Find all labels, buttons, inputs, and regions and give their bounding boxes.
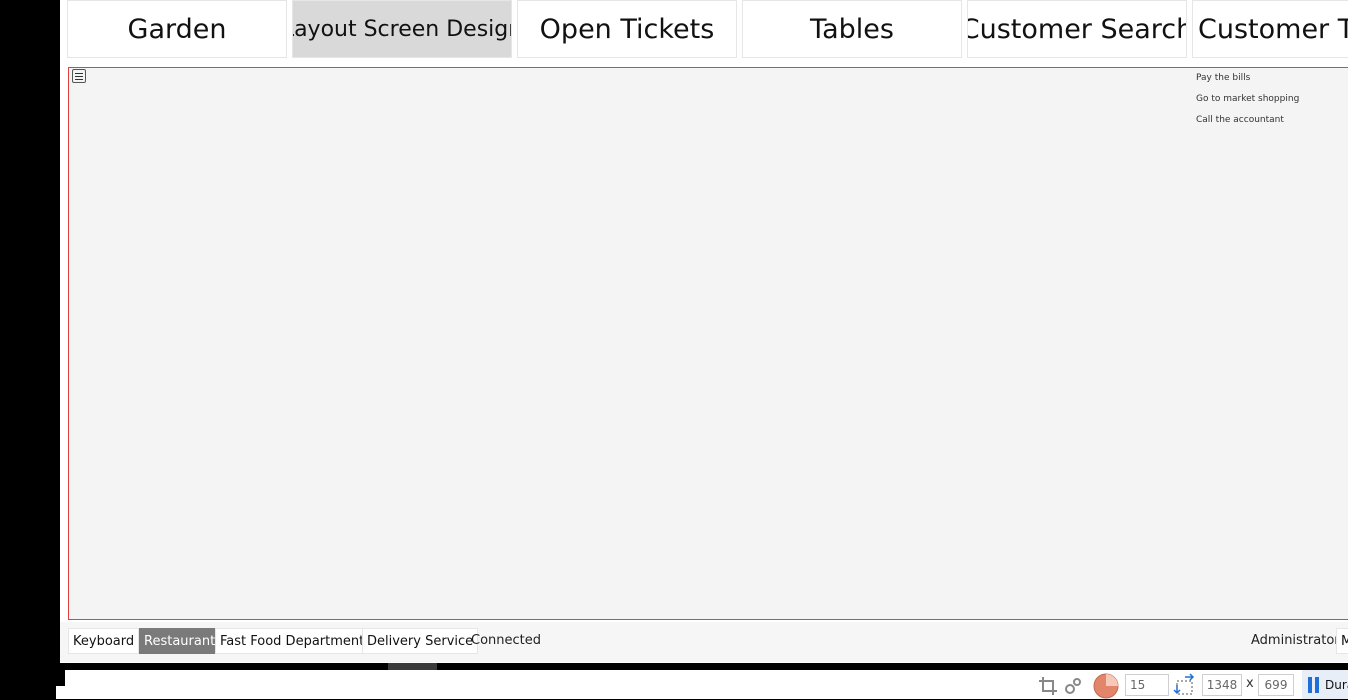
nav-button-tables[interactable]: Tables [742,0,962,58]
department-button-keyboard[interactable]: Keyboard [68,628,140,654]
screen-capture-toolbar: 15 1348 x 699 Dura [65,670,1348,699]
top-navigation: Garden Layout Screen Design Open Tickets… [60,0,1348,60]
status-bar: Keyboard Restaurant Fast Food Department… [60,622,1348,662]
task-item[interactable]: Call the accountant [1196,114,1299,135]
width-input[interactable]: 1348 [1202,674,1242,696]
timer-icon[interactable] [1092,672,1120,700]
gear-icon[interactable] [1063,676,1083,696]
scroll-indicator [388,663,437,670]
cut-off-button[interactable]: M [1336,628,1348,654]
crop-icon[interactable] [1038,676,1058,696]
menu-icon[interactable] [72,69,86,83]
department-button-delivery-service[interactable]: Delivery Service [362,628,479,654]
department-button-fast-food[interactable]: Fast Food Department [215,628,370,654]
app-tab-label: Dura [1325,678,1348,692]
department-button-restaurant[interactable]: Restaurant [139,628,221,654]
cursor-mark [56,686,65,699]
nav-button-customer-tickets[interactable]: Customer Ti [1192,0,1348,58]
nav-button-layout-screen-design[interactable]: Layout Screen Design [292,0,512,58]
task-item[interactable]: Pay the bills [1196,72,1299,93]
pause-icon [1308,677,1319,693]
layout-design-canvas[interactable]: Pay the bills Go to market shopping Call… [68,67,1348,620]
task-item[interactable]: Go to market shopping [1196,93,1299,114]
app-tab[interactable]: Dura [1302,670,1348,699]
timer-value-input[interactable]: 15 [1125,674,1169,696]
nav-button-garden[interactable]: Garden [67,0,287,58]
task-list: Pay the bills Go to market shopping Call… [1196,72,1299,135]
height-input[interactable]: 699 [1258,674,1294,696]
nav-button-customer-search[interactable]: Customer Search [967,0,1187,58]
nav-button-open-tickets[interactable]: Open Tickets [517,0,737,58]
resize-icon[interactable] [1173,673,1197,697]
current-user: Administrator [1251,633,1340,648]
pos-app-window: Garden Layout Screen Design Open Tickets… [60,0,1348,663]
connection-status: Connected [471,633,542,648]
dimension-separator: x [1246,676,1254,691]
